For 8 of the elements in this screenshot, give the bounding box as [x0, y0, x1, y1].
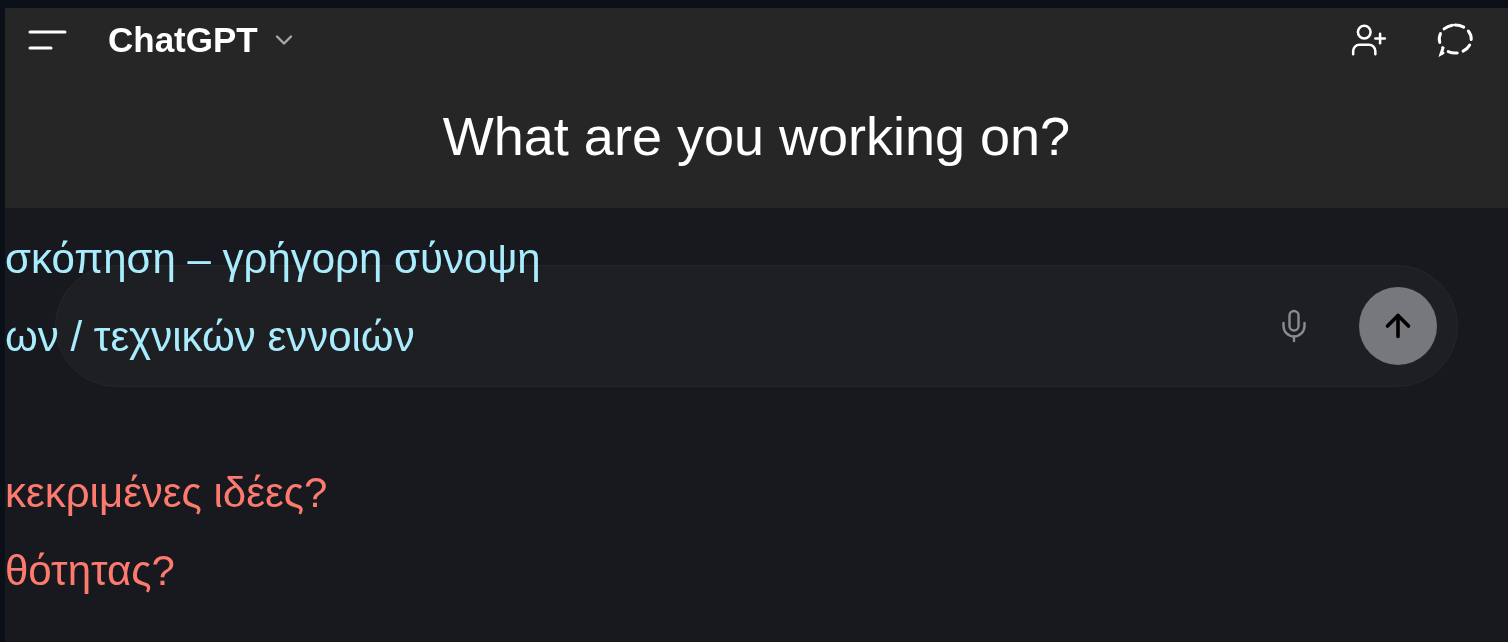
overlay-text: κεκριμένες ιδέες?	[5, 469, 328, 517]
model-selector[interactable]: ChatGPT	[108, 13, 298, 67]
overlay-text: θότητας?	[5, 547, 175, 595]
page-heading: What are you working on?	[442, 104, 1071, 168]
overlay-text: σκόπηση – γρήγορη σύνοψη	[5, 235, 541, 283]
overlay-text: ων / τεχνικών εννοιών	[5, 313, 415, 361]
dashed-chat-icon	[1436, 22, 1474, 58]
menu-icon	[27, 28, 67, 52]
